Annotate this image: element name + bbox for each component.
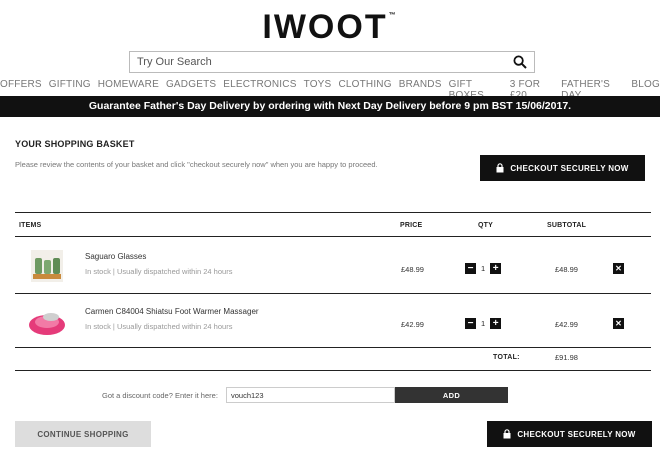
stock-status: In stock | Usually dispatched within 24 … xyxy=(85,322,233,331)
decrease-quantity-button[interactable]: − xyxy=(465,318,476,329)
table-header-rule xyxy=(15,236,651,237)
lock-icon xyxy=(496,163,504,173)
lock-icon xyxy=(503,429,511,439)
basket-description: Please review the contents of your baske… xyxy=(15,160,378,169)
item-subtotal: £48.99 xyxy=(555,265,578,274)
basket-title: YOUR SHOPPING BASKET xyxy=(15,139,135,149)
table-top-rule xyxy=(15,212,651,213)
remove-item-icon[interactable]: ✕ xyxy=(613,318,624,329)
add-discount-button[interactable]: ADD xyxy=(395,387,508,403)
search-icon[interactable] xyxy=(506,52,534,72)
checkout-label: CHECKOUT SECURELY NOW xyxy=(517,429,636,439)
quantity-value: 1 xyxy=(481,264,486,273)
checkout-button-top[interactable]: CHECKOUT SECURELY NOW xyxy=(480,155,645,181)
checkout-button-bottom[interactable]: CHECKOUT SECURELY NOW xyxy=(487,421,652,447)
quantity-value: 1 xyxy=(481,319,486,328)
site-logo[interactable]: IWOOT™ xyxy=(0,8,660,47)
item-price: £48.99 xyxy=(401,265,424,274)
trademark-mark: ™ xyxy=(388,12,398,19)
table-row: Saguaro Glasses In stock | Usually dispa… xyxy=(15,238,651,294)
quantity-stepper: − 1 + xyxy=(465,318,502,329)
search-input[interactable] xyxy=(130,52,506,72)
col-header-price: PRICE xyxy=(400,222,423,229)
foot-massager-product-image[interactable] xyxy=(27,303,67,339)
product-name[interactable]: Saguaro Glasses xyxy=(85,252,146,261)
table-bottom-rule xyxy=(15,347,651,348)
col-header-items: ITEMS xyxy=(19,222,42,229)
decrease-quantity-button[interactable]: − xyxy=(465,263,476,274)
item-subtotal: £42.99 xyxy=(555,320,578,329)
checkout-label: CHECKOUT SECURELY NOW xyxy=(510,163,629,173)
search-bar xyxy=(129,51,535,73)
col-header-subtotal: SUBTOTAL xyxy=(547,222,587,229)
total-value: £91.98 xyxy=(555,353,578,362)
increase-quantity-button[interactable]: + xyxy=(490,318,502,329)
discount-code-input[interactable] xyxy=(226,387,395,403)
stock-status: In stock | Usually dispatched within 24 … xyxy=(85,267,233,276)
table-row: Carmen C84004 Shiatsu Foot Warmer Massag… xyxy=(15,293,651,349)
col-header-qty: QTY xyxy=(478,222,493,229)
remove-item-icon[interactable]: ✕ xyxy=(613,263,624,274)
glasses-product-image[interactable] xyxy=(27,248,67,284)
continue-shopping-button[interactable]: CONTINUE SHOPPING xyxy=(15,421,151,447)
promo-banner: Guarantee Father's Day Delivery by order… xyxy=(0,96,660,117)
increase-quantity-button[interactable]: + xyxy=(490,263,502,274)
item-price: £42.99 xyxy=(401,320,424,329)
logo-text: IWOOT xyxy=(262,8,388,46)
discount-label: Got a discount code? Enter it here: xyxy=(102,391,218,400)
quantity-stepper: − 1 + xyxy=(465,263,502,274)
total-label: TOTAL: xyxy=(493,354,520,361)
total-rule xyxy=(15,370,651,371)
product-name[interactable]: Carmen C84004 Shiatsu Foot Warmer Massag… xyxy=(85,307,259,316)
